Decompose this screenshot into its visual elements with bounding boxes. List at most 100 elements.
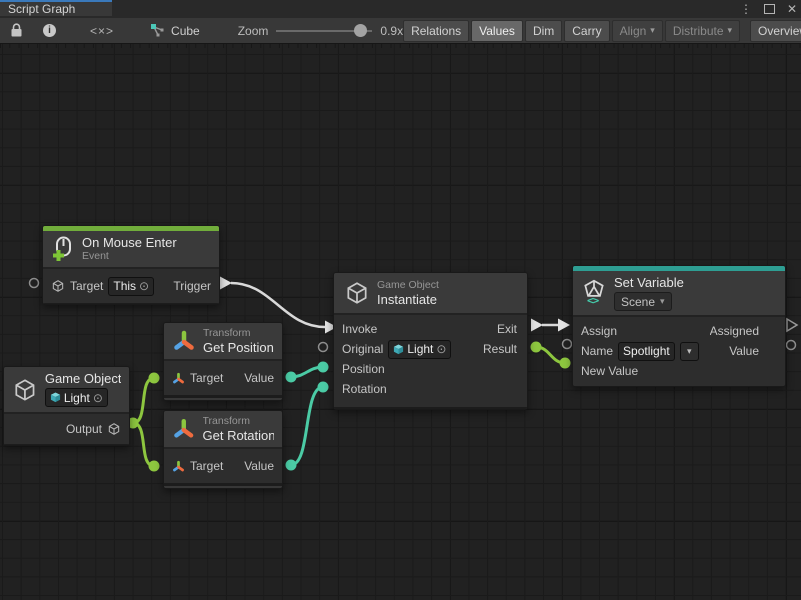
info-icon: i: [43, 24, 56, 37]
port-exit-out[interactable]: [531, 319, 543, 332]
node-get-rotation[interactable]: Transform Get Rotation Target Value: [163, 410, 283, 489]
node-subtitle: Event: [82, 250, 177, 263]
trigger-label: Trigger: [173, 279, 211, 293]
port-assigned-out[interactable]: [787, 319, 797, 331]
canvas-ruler-ticks: [0, 44, 801, 48]
position-label: Position: [342, 362, 385, 376]
chevron-down-icon: ▾: [687, 346, 692, 357]
relations-button[interactable]: Relations: [403, 20, 469, 42]
object-picker-icon[interactable]: ⊙: [436, 343, 446, 355]
node-header: Transform Get Rotation: [164, 411, 282, 449]
zoom-slider[interactable]: [276, 24, 372, 37]
graph-icon: [150, 23, 165, 38]
port-name-in[interactable]: [563, 340, 572, 349]
script-graph-window: Script Graph ⋮ ✕ i <×>: [0, 0, 801, 600]
zoom-slider-knob[interactable]: [354, 24, 367, 37]
node-body: Target Value: [164, 449, 282, 483]
node-footer: [4, 444, 129, 446]
node-set-variable[interactable]: <> Set Variable Scene ▾ Assign Assigned …: [572, 265, 786, 387]
code-brackets-icon: <>: [587, 294, 598, 307]
graph-canvas[interactable]: On Mouse Enter Event Target This ⊙ Trigg…: [0, 44, 801, 600]
graph-toolbar: i <×> Cube Zoom 0.9x Relat: [0, 18, 801, 44]
value-label: Value: [244, 459, 274, 473]
carry-button[interactable]: Carry: [564, 20, 609, 42]
variable-name-dropdown[interactable]: ▾: [680, 342, 699, 361]
wire-getrotation-value-to-rotation: [291, 387, 323, 465]
target-label: Target: [70, 279, 103, 293]
close-icon[interactable]: ✕: [787, 2, 797, 16]
distribute-button[interactable]: Distribute ▾: [665, 20, 740, 42]
window-controls: ⋮ ✕: [740, 0, 797, 18]
node-get-position[interactable]: Transform Get Position Target Value: [163, 322, 283, 401]
node-title: Get Rotation: [203, 428, 275, 443]
node-header: <> Set Variable Scene ▾: [573, 271, 785, 317]
port-newvalue-in[interactable]: [560, 358, 571, 369]
tab-script-graph[interactable]: Script Graph: [0, 0, 112, 16]
zoom-label: Zoom: [238, 24, 269, 38]
node-header: Game Object Instantiate: [334, 273, 527, 315]
overview-button[interactable]: Overview: [750, 20, 801, 42]
wire-result-to-newvalue: [536, 347, 565, 363]
node-body: Target Value: [164, 361, 282, 395]
invoke-label: Invoke: [342, 322, 377, 336]
lock-button[interactable]: [0, 18, 33, 44]
graph-name: Cube: [171, 24, 200, 38]
align-button[interactable]: Align ▾: [612, 20, 663, 42]
chevron-down-icon: ▾: [660, 296, 665, 307]
transform-icon: [172, 329, 196, 353]
dim-button[interactable]: Dim: [525, 20, 562, 42]
window-menu-icon[interactable]: ⋮: [740, 2, 752, 16]
node-instantiate[interactable]: Game Object Instantiate Invoke Exit Orig…: [333, 272, 528, 410]
object-value-field[interactable]: Light ⊙: [45, 388, 108, 407]
variable-scope-dropdown[interactable]: Scene ▾: [614, 292, 672, 311]
graph-breadcrumb[interactable]: Cube: [138, 23, 212, 38]
rotation-label: Rotation: [342, 382, 387, 396]
node-body: Output: [4, 414, 129, 444]
node-title: Get Position: [203, 340, 274, 355]
values-button[interactable]: Values: [471, 20, 523, 42]
zoom-control: Zoom 0.9x: [238, 24, 403, 38]
original-value-field[interactable]: Light ⊙: [388, 340, 451, 359]
target-label: Target: [190, 459, 223, 473]
port-getposition-target-in[interactable]: [149, 373, 160, 384]
node-footer: [164, 395, 282, 401]
port-getposition-value-out[interactable]: [286, 372, 297, 383]
port-position-in[interactable]: [318, 362, 329, 373]
object-picker-icon[interactable]: ⊙: [93, 392, 103, 404]
port-getrotation-value-out[interactable]: [286, 460, 297, 471]
node-game-object-literal[interactable]: Game Object Light ⊙ Output: [3, 366, 130, 446]
node-category: Transform: [203, 415, 275, 428]
game-object-mini-icon: [393, 344, 404, 355]
maximize-icon[interactable]: [764, 4, 775, 14]
new-value-label: New Value: [581, 364, 638, 378]
port-rotation-in[interactable]: [318, 382, 329, 393]
transform-icon: [172, 417, 196, 441]
port-value-out[interactable]: [787, 341, 796, 350]
object-picker-icon[interactable]: ⊙: [139, 280, 149, 292]
node-title: On Mouse Enter: [82, 235, 177, 250]
game-object-icon: [107, 422, 121, 436]
target-value-field[interactable]: This ⊙: [108, 277, 154, 296]
node-footer: [164, 483, 282, 489]
node-on-mouse-enter[interactable]: On Mouse Enter Event Target This ⊙ Trigg…: [42, 225, 220, 305]
tab-bar: Script Graph ⋮ ✕: [0, 0, 801, 19]
variable-name-field[interactable]: Spotlight: [618, 342, 675, 361]
node-header: Transform Get Position: [164, 323, 282, 361]
port-onmouseenter-target-in[interactable]: [30, 279, 39, 288]
node-header: Game Object Light ⊙: [4, 367, 129, 414]
assigned-label: Assigned: [710, 324, 759, 338]
port-result-out[interactable]: [531, 342, 542, 353]
inspect-button[interactable]: i: [33, 18, 66, 44]
port-original-in[interactable]: [319, 343, 328, 352]
zoom-value: 0.9x: [380, 24, 403, 38]
port-assign-in[interactable]: [558, 319, 570, 332]
wire-getposition-value-to-position: [291, 367, 323, 377]
wire-trigger-to-invoke: [231, 283, 325, 327]
original-label: Original: [342, 342, 383, 356]
game-object-mini-icon: [50, 392, 61, 403]
port-trigger-out[interactable]: [220, 277, 232, 290]
code-view-button[interactable]: <×>: [66, 18, 138, 44]
mouse-event-icon: [51, 236, 75, 262]
port-getrotation-target-in[interactable]: [149, 461, 160, 472]
transform-icon: [172, 460, 185, 473]
